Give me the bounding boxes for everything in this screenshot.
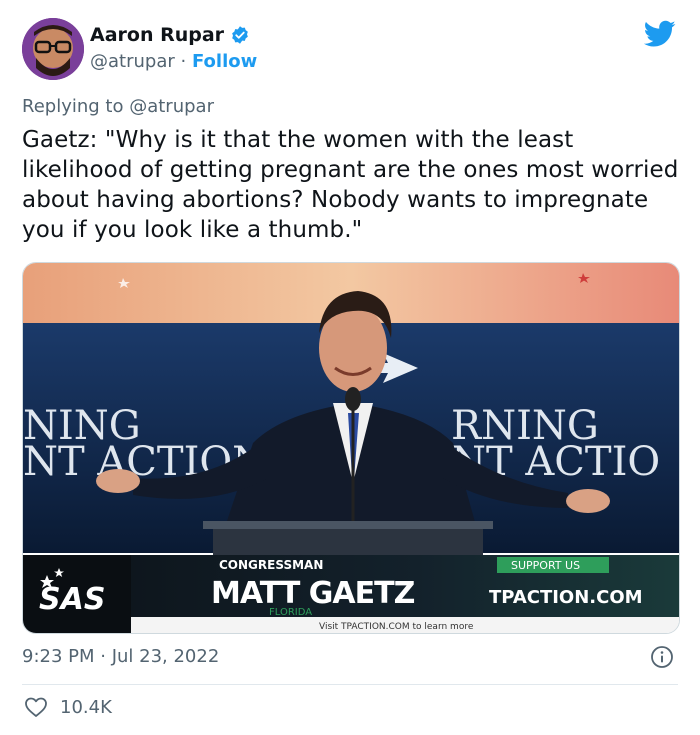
avatar-image [22, 18, 84, 80]
tweet-text: Gaetz: "Why is it that the women with th… [22, 127, 679, 243]
lower-third-name: MATT GAETZ [211, 576, 415, 611]
avatar[interactable] [22, 18, 84, 80]
reply-mention-link[interactable]: @atrupar [129, 96, 214, 117]
lower-third-title: CONGRESSMAN [219, 558, 323, 572]
tweet-timestamp[interactable]: 9:23 PM · Jul 23, 2022 [22, 646, 219, 667]
twitter-bird-icon[interactable] [644, 20, 676, 48]
author-name[interactable]: Aaron Rupar [90, 24, 224, 46]
info-icon[interactable] [650, 645, 674, 669]
support-label: SUPPORT US [511, 559, 580, 572]
tweet-media-video[interactable]: NING NT ACTION RNING NT ACTIO SAS CONGRE… [22, 262, 680, 634]
like-count: 10.4K [60, 696, 112, 718]
like-action[interactable]: 10.4K [24, 696, 112, 718]
heart-icon [25, 697, 47, 717]
lower-third-state: FLORIDA [269, 607, 312, 618]
handle-separator: · [180, 51, 187, 72]
replying-prefix: Replying to [22, 96, 124, 117]
author-block: Aaron Rupar @atrupar · Follow [90, 24, 257, 72]
sas-logo: SAS [39, 582, 105, 617]
replying-to: Replying to @atrupar [22, 96, 214, 117]
follow-button[interactable]: Follow [192, 51, 257, 72]
visit-text: Visit TPACTION.COM to learn more [319, 622, 474, 632]
author-handle[interactable]: @atrupar [90, 51, 175, 72]
video-frame: NING NT ACTION RNING NT ACTIO SAS CONGRE… [23, 263, 679, 633]
verified-badge-icon [232, 26, 248, 44]
divider [22, 684, 678, 685]
site-label: TPACTION.COM [489, 587, 643, 608]
